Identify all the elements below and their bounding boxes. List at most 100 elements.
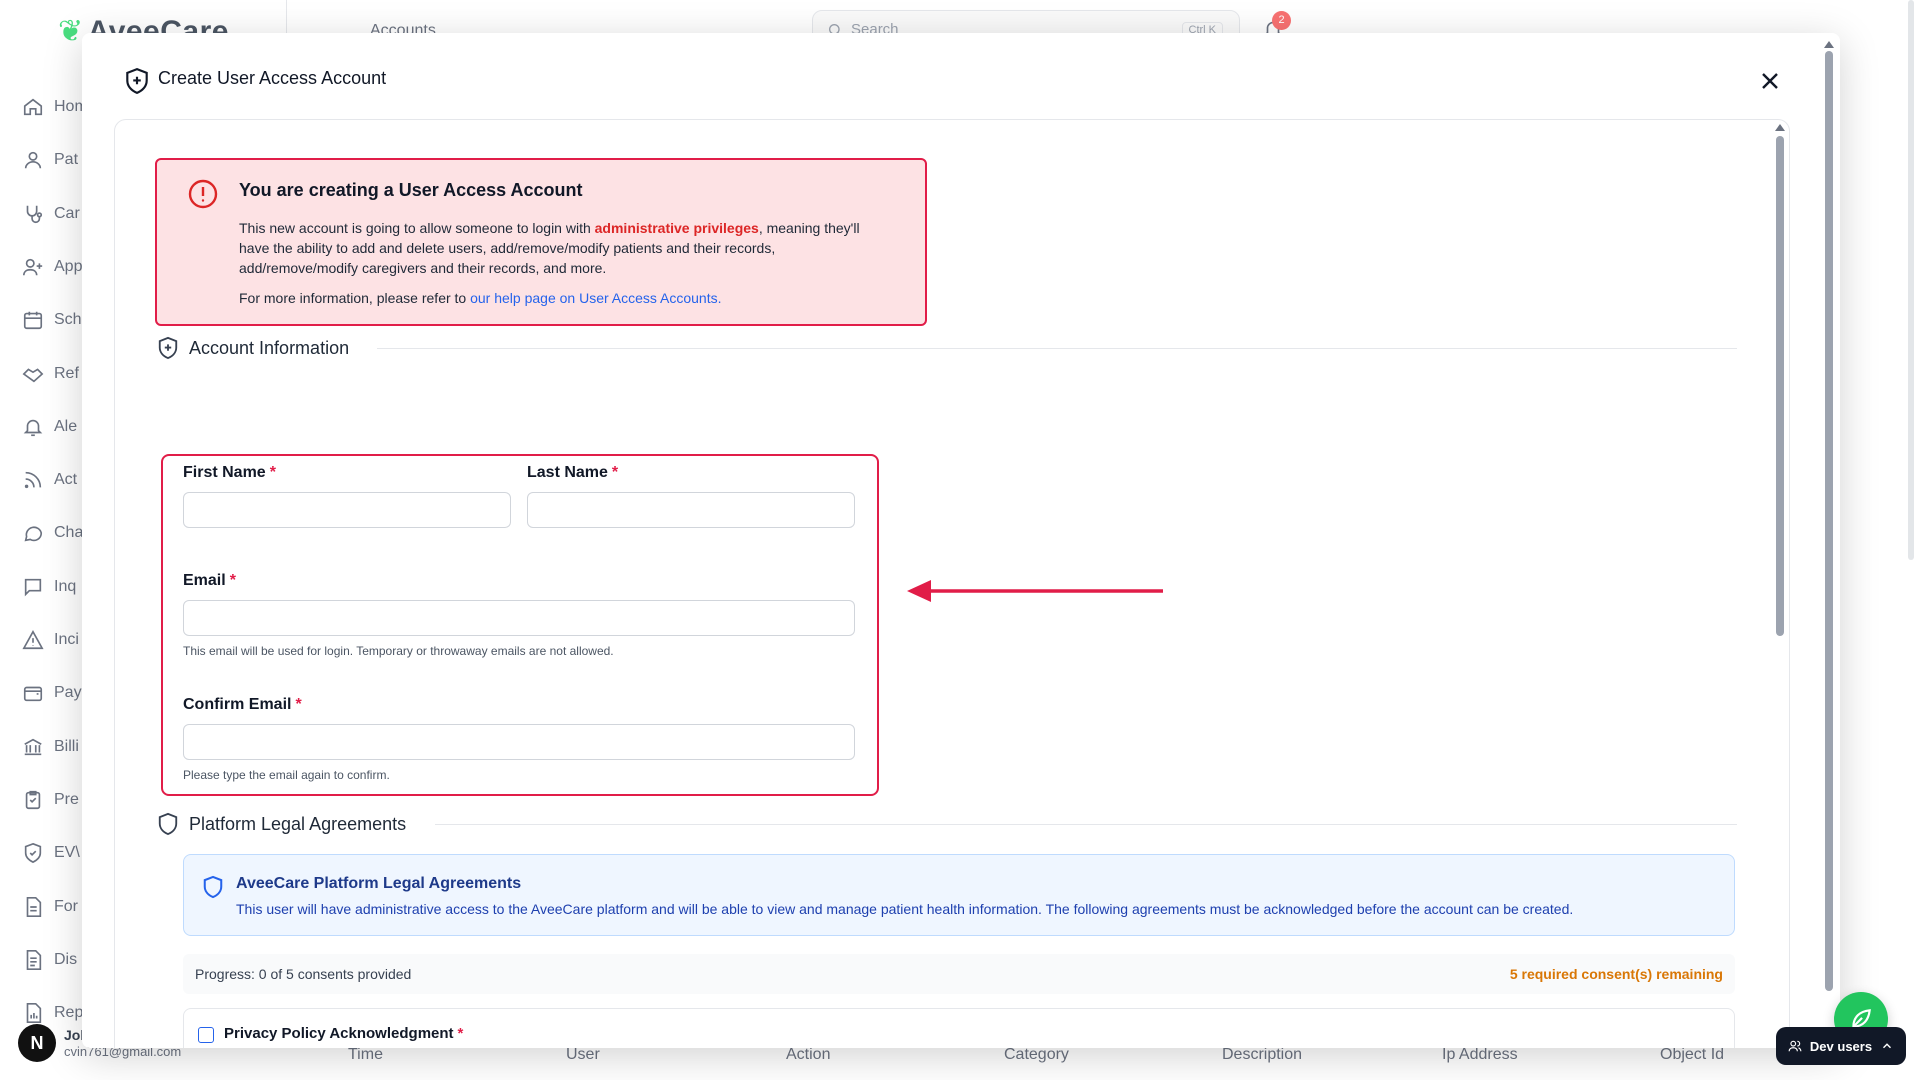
first-name-input[interactable] [183,492,511,528]
consent-progress: Progress: 0 of 5 consents provided 5 req… [183,954,1735,994]
consent-label: Privacy Policy Acknowledgment [224,1025,454,1042]
clipboard-check-icon [25,790,41,809]
users-icon [1788,1040,1802,1052]
sidebar-item-4[interactable]: App [22,254,82,280]
table-col-description[interactable]: Description [1222,1046,1302,1064]
sidebar-item-16[interactable]: For [22,894,78,920]
chevron-up-icon [1883,1043,1892,1049]
avatar: N [18,1024,56,1062]
email-label: Email * [183,572,236,590]
modal-scrollbar[interactable] [1824,41,1834,1046]
scroll-up-arrow[interactable] [1824,41,1834,48]
annotation-arrow [907,580,1163,602]
content-scroll-thumb[interactable] [1776,136,1784,636]
sidebar-item-5[interactable]: Sch [22,307,82,333]
help-page-link[interactable]: our help page on User Access Accounts. [470,290,721,306]
sidebar-item-11[interactable]: Inci [22,627,79,653]
legal-info-title: AveeCare Platform Legal Agreements [236,875,522,892]
leaf-icon: ❦ [58,15,84,48]
sidebar-item-label: Ale [54,417,78,435]
table-col-time[interactable]: Time [348,1046,383,1064]
last-name-input[interactable] [527,492,855,528]
table-header: Time User Action Category Description Ip… [322,1046,1800,1080]
dev-users-label: Dev users [1809,1038,1873,1054]
sidebar-item-17[interactable]: Dis [22,947,77,973]
page-scrollbar[interactable] [1908,0,1914,560]
chat-icon [24,526,43,542]
warning-more-info: For more information, please refer to ou… [239,290,721,306]
shield-check-icon [24,843,42,864]
sidebar-item-7[interactable]: Ale [22,414,77,440]
sidebar-item-label: Cha [54,524,84,542]
file-text-icon [26,896,42,917]
shield-icon [203,875,223,899]
content-scroll-up-arrow[interactable] [1775,124,1785,131]
sidebar-item-label: Billi [54,737,79,755]
table-col-action[interactable]: Action [786,1046,830,1064]
create-user-modal: Create User Access Account You are creat… [82,33,1840,1048]
sidebar-item-label: Pre [54,790,79,808]
sidebar-item-label: Sch [54,311,82,329]
privacy-policy-consent: Privacy Policy Acknowledgment * [183,1008,1735,1048]
legal-info-box: AveeCare Platform Legal Agreements This … [183,854,1735,936]
warning-body-text: This new account is going to allow someo… [239,220,595,236]
privacy-policy-checkbox[interactable] [198,1027,214,1043]
last-name-label-text: Last Name [527,464,608,481]
sidebar-item-18[interactable]: Rep [22,1000,83,1026]
table-col-object-id[interactable]: Object Id [1660,1046,1724,1064]
wallet-icon [23,686,43,702]
section-divider [435,824,1737,825]
legal-info-description: This user will have administrative acces… [236,901,1574,917]
table-col-ip-address[interactable]: Ip Address [1442,1046,1518,1064]
sidebar-item-15[interactable]: EV\ [22,840,80,866]
sidebar-item-6[interactable]: Ref [22,361,79,387]
modal-header: Create User Access Account [82,33,1840,113]
progress-text: Progress: 0 of 5 consents provided [195,966,412,982]
email-input[interactable] [183,600,855,636]
modal-scroll-thumb[interactable] [1825,51,1833,991]
sidebar-item-12[interactable]: Pay [22,680,82,706]
required-marker: * [269,464,276,481]
confirm-email-input[interactable] [183,724,855,760]
confirm-email-help-text: Please type the email again to confirm. [183,768,390,782]
sidebar-item-2[interactable]: Pat [22,147,78,173]
sidebar-item-10[interactable]: Inq [22,574,76,600]
stethoscope-icon [26,205,43,223]
table-col-user[interactable]: User [566,1046,600,1064]
sidebar-item-14[interactable]: Pre [22,787,79,813]
bell-icon [23,419,43,436]
warning-body: This new account is going to allow someo… [239,218,879,278]
required-marker: * [611,464,619,481]
warning-title: You are creating a User Access Account [239,180,583,200]
user-icon [24,152,42,169]
legal-agreements-header: Platform Legal Agreements [157,810,406,838]
sidebar-item-label: EV\ [54,844,80,862]
sidebar-item-8[interactable]: Act [22,467,77,493]
modal-title: Create User Access Account [158,68,387,88]
first-name-label-text: First Name [183,464,266,481]
sidebar-item-13[interactable]: Billi [22,734,79,760]
sidebar-item-9[interactable]: Cha [22,520,83,546]
home-icon [23,98,43,116]
remaining-consents: 5 required consent(s) remaining [1509,966,1723,982]
confirm-email-label-text: Confirm Email [183,696,292,713]
file-chart-icon [26,1003,42,1024]
consent-title: Privacy Policy Acknowledgment * [224,1025,463,1042]
last-name-label: Last Name * [527,464,618,482]
table-col-category[interactable]: Category [1004,1046,1069,1064]
sidebar-item-3[interactable]: Car [22,201,80,227]
content-scrollbar[interactable] [1775,124,1785,644]
sidebar-item-label: Dis [54,950,78,968]
rss-icon [24,471,42,489]
dev-users-button[interactable]: Dev users [1776,1027,1906,1065]
bank-icon [24,738,42,755]
sidebar-item-1[interactable]: Hom [22,94,88,120]
shield-plus-icon [158,336,178,360]
sidebar-item-label: Ref [54,364,79,382]
close-icon[interactable] [1758,69,1782,93]
user-plus-icon [23,258,43,276]
shield-plus-icon [126,67,148,95]
sidebar-item-label: Pat [54,151,79,169]
section-title: Platform Legal Agreements [189,813,407,834]
sidebar-item-label: For [54,897,78,915]
